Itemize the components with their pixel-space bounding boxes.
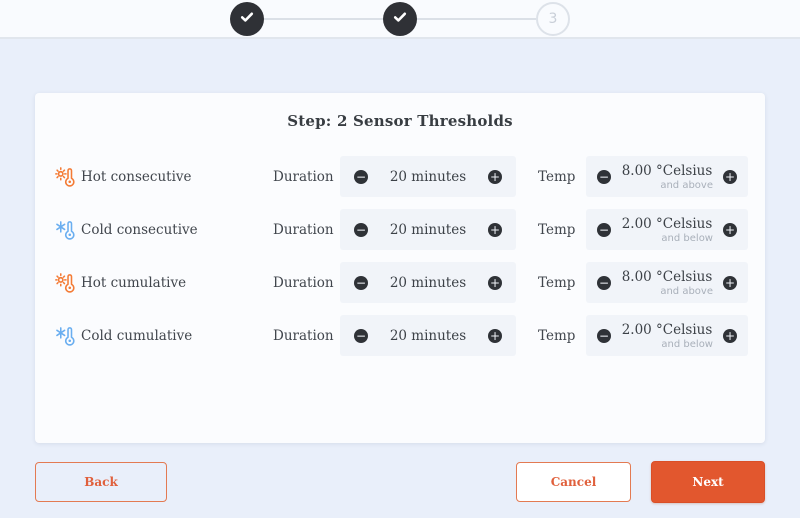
duration-increase-button[interactable]: + (488, 328, 502, 343)
cancel-button[interactable]: Cancel (516, 462, 631, 502)
threshold-row-label: Cold cumulative (81, 327, 193, 344)
threshold-row: Cold cumulative Duration − 20 minutes + Temp −… (35, 309, 765, 362)
temp-threshold-note: and below (661, 338, 713, 350)
duration-decrease-button[interactable]: − (354, 222, 368, 237)
temp-stepper: −8.00 °Celsius and above + (586, 156, 748, 197)
temp-increase-button[interactable]: + (723, 328, 737, 343)
duration-label: Duration (273, 168, 334, 185)
temp-increase-button[interactable]: + (723, 169, 737, 184)
duration-decrease-button[interactable]: − (354, 275, 368, 290)
stepper-step-1-completed[interactable] (230, 1, 264, 36)
temp-value-block: 8.00 °Celsius and above (611, 269, 723, 297)
temp-value: 8.00 °Celsius (621, 268, 713, 285)
temp-label: Temp (538, 274, 576, 291)
duration-increase-button[interactable]: + (488, 222, 502, 237)
card-title: Step: 2 Sensor Thresholds (287, 112, 513, 130)
temp-decrease-button[interactable]: − (597, 328, 611, 343)
temp-stepper: −2.00 °Celsius and below + (586, 209, 748, 250)
temp-label: Temp (538, 168, 576, 185)
temp-value: 8.00 °Celsius (621, 162, 713, 179)
temp-value-block: 2.00 °Celsius and below (611, 216, 723, 244)
temp-stepper: −2.00 °Celsius and below + (586, 315, 748, 356)
temp-decrease-button[interactable]: − (597, 169, 611, 184)
temp-decrease-button[interactable]: − (597, 275, 611, 290)
temp-value-block: 8.00 °Celsius and above (611, 163, 723, 191)
wizard-stepper-bar: 3 (0, 0, 800, 39)
duration-stepper: − 20 minutes + (340, 209, 516, 250)
stepper-connector (264, 17, 383, 20)
stepper-step-2-completed[interactable] (383, 1, 417, 36)
duration-increase-button[interactable]: + (488, 275, 502, 290)
temp-value-block: 2.00 °Celsius and below (611, 322, 723, 350)
threshold-row: Cold consecutive Duration − 20 minutes + Temp… (35, 203, 765, 256)
duration-value: 20 minutes (389, 221, 467, 238)
stepper-step-3-number: 3 (548, 10, 558, 27)
temp-value: 2.00 °Celsius (621, 321, 713, 338)
temp-value: 2.00 °Celsius (621, 215, 713, 232)
checkmark-icon (392, 9, 408, 29)
temp-threshold-note: and below (661, 232, 713, 244)
duration-decrease-button[interactable]: − (354, 169, 368, 184)
duration-value: 20 minutes (389, 168, 467, 185)
temp-label: Temp (538, 221, 576, 238)
temp-decrease-button[interactable]: − (597, 222, 611, 237)
duration-increase-button[interactable]: + (488, 169, 502, 184)
next-button[interactable]: Next (651, 461, 765, 503)
thermometer-sun-icon (55, 166, 81, 188)
duration-label: Duration (273, 274, 334, 291)
sensor-thresholds-card: Step: 2 Sensor Thresholds Hot consecutiv… (35, 93, 765, 443)
threshold-row: Hot consecutive Duration − 20 minutes + Temp −… (35, 150, 765, 203)
threshold-row-label: Cold consecutive (81, 221, 198, 238)
duration-stepper: − 20 minutes + (340, 315, 516, 356)
threshold-row-label: Hot consecutive (81, 168, 192, 185)
stepper: 3 (230, 1, 570, 36)
duration-stepper: − 20 minutes + (340, 156, 516, 197)
stepper-connector (417, 17, 536, 20)
thermometer-snowflake-icon (55, 325, 81, 347)
temp-threshold-note: and above (660, 285, 713, 297)
duration-value: 20 minutes (389, 327, 467, 344)
temp-stepper: −8.00 °Celsius and above + (586, 262, 748, 303)
duration-decrease-button[interactable]: − (354, 328, 368, 343)
footer-right-group: Cancel Next (516, 461, 765, 503)
temp-increase-button[interactable]: + (723, 275, 737, 290)
stepper-step-3[interactable]: 3 (536, 1, 570, 36)
threshold-row: Hot cumulative Duration −20 minutes + Temp −8… (35, 256, 765, 309)
threshold-row-label: Hot cumulative (81, 274, 187, 291)
duration-label: Duration (273, 221, 334, 238)
checkmark-icon (239, 9, 255, 29)
temp-label: Temp (538, 327, 576, 344)
duration-stepper: − 20 minutes + (340, 262, 516, 303)
wizard-footer: Back Cancel Next (35, 461, 765, 503)
temp-increase-button[interactable]: + (723, 222, 737, 237)
temp-threshold-note: and above (660, 179, 713, 191)
thermometer-sun-icon (55, 272, 81, 294)
thermometer-snowflake-icon (55, 219, 81, 241)
duration-label: Duration (273, 327, 334, 344)
back-button[interactable]: Back (35, 462, 167, 502)
threshold-rows: Hot consecutive Duration − 20 minutes + Temp −… (35, 142, 765, 362)
duration-value: 20 minutes (389, 274, 467, 291)
